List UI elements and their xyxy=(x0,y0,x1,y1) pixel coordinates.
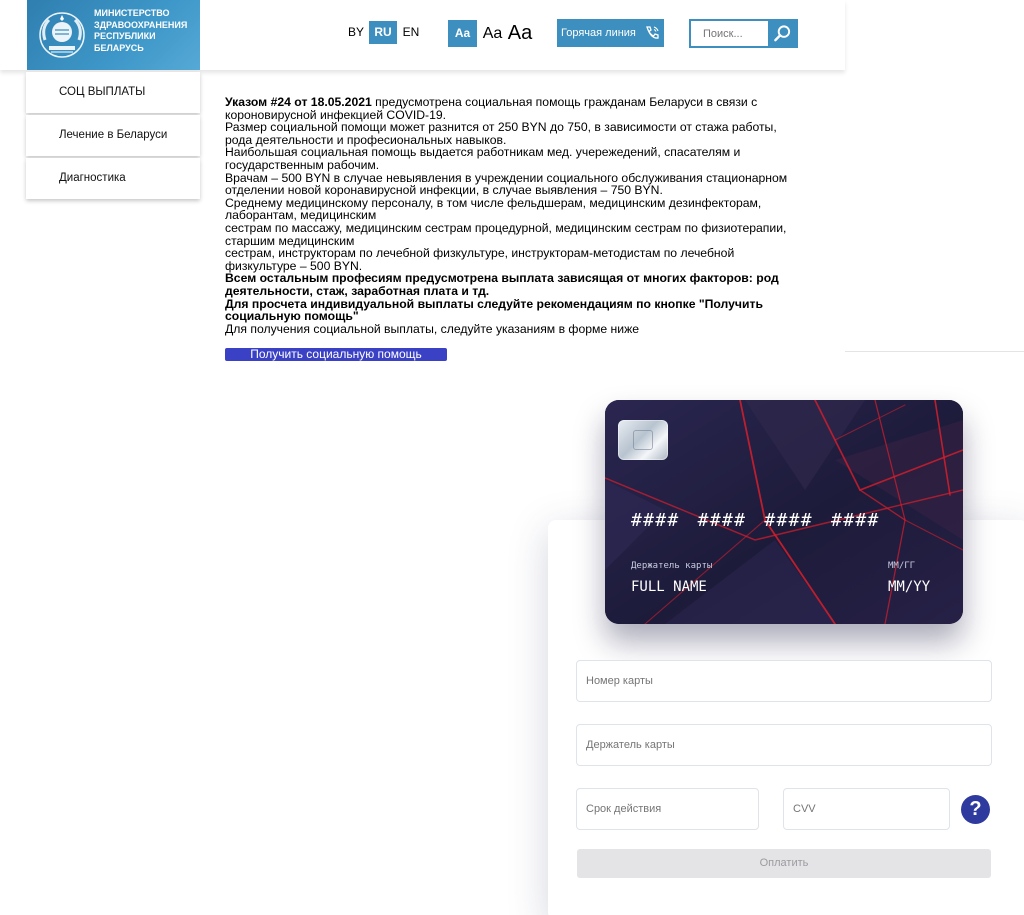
info-paragraph: Размер социальной помощи может разнится … xyxy=(225,121,805,146)
info-text: Указом #24 от 18.05.2021 предусмотрена с… xyxy=(225,96,805,335)
logo-line: РЕСПУБЛИКИ xyxy=(94,31,156,41)
paragraph-bold: Всем остальным професиям предусмотрена в… xyxy=(225,271,779,298)
search-input[interactable] xyxy=(691,21,769,46)
site-header: МИНИСТЕРСТВО ЗДРАВООХРАНЕНИЯ РЕСПУБЛИКИ … xyxy=(0,0,845,70)
ministry-name: МИНИСТЕРСТВО ЗДРАВООХРАНЕНИЯ РЕСПУБЛИКИ … xyxy=(94,8,198,54)
paragraph-text: сестрам, инструкторам по лечебной физкул… xyxy=(225,246,735,273)
paragraph-text: Размер социальной помощи может разнится … xyxy=(225,120,777,147)
card-number-input[interactable] xyxy=(577,661,991,701)
card-number-display: #### #### #### #### xyxy=(631,510,880,531)
card-chip-icon xyxy=(618,420,668,460)
info-paragraph: Для получения социальной выплаты, следуй… xyxy=(225,321,805,336)
logo-line: МИНИСТЕРСТВО xyxy=(94,8,170,18)
search-icon xyxy=(774,25,791,42)
pay-button[interactable]: Оплатить xyxy=(577,849,991,878)
paragraph-text: Врачам – 500 BYN в случае невыявления в … xyxy=(225,170,788,198)
credit-card-preview: #### #### #### #### Держатель карты FULL… xyxy=(605,400,963,624)
sidebar-item-social-payments[interactable]: СОЦ ВЫПЛАТЫ xyxy=(26,72,200,113)
sidebar-item-diagnostics[interactable]: Диагностика xyxy=(26,158,200,199)
cvv-input[interactable] xyxy=(784,789,949,829)
card-number-field xyxy=(576,660,992,702)
font-size-large-button[interactable]: Aa xyxy=(505,20,535,47)
card-holder-display: FULL NAME xyxy=(631,579,707,595)
info-paragraph: сестрам, инструкторам по лечебной физкул… xyxy=(225,247,805,272)
logo-line: ЗДРАВООХРАНЕНИЯ xyxy=(94,19,188,30)
paragraph-text: Среднему медицинскому персоналу, в том ч… xyxy=(225,195,762,223)
cvv-field xyxy=(783,788,950,830)
paragraph-text: Для получения социальной выплаты, следуй… xyxy=(225,321,640,336)
info-paragraph: Указом #24 от 18.05.2021 предусмотрена с… xyxy=(225,96,805,121)
expiry-input[interactable] xyxy=(577,789,758,829)
lang-by-button[interactable]: BY xyxy=(346,21,366,44)
hotline-button[interactable]: Горячая линия xyxy=(557,19,664,47)
ministry-logo[interactable]: МИНИСТЕРСТВО ЗДРАВООХРАНЕНИЯ РЕСПУБЛИКИ … xyxy=(27,0,200,70)
lang-ru-button[interactable]: RU xyxy=(369,21,397,44)
paragraph-bold: Для просчета индивидуальной выплаты след… xyxy=(225,296,763,324)
get-social-help-button[interactable]: Получить социальную помощь xyxy=(225,348,447,361)
search-button[interactable] xyxy=(768,21,796,46)
sidebar-item-treatment[interactable]: Лечение в Беларуси xyxy=(26,115,200,156)
info-paragraph: сестрам по массажу, медицинским сестрам … xyxy=(225,222,805,247)
font-size-medium-button[interactable]: Aa xyxy=(480,20,505,47)
info-paragraph: Среднему медицинскому персоналу, в том ч… xyxy=(225,197,805,222)
card-holder-input[interactable] xyxy=(577,725,991,765)
font-size-small-button[interactable]: Aa xyxy=(448,20,477,47)
phone-icon xyxy=(646,26,659,39)
card-holder-label: Держатель карты xyxy=(631,561,713,571)
question-help-icon[interactable]: ? xyxy=(961,795,990,824)
card-expiry-label: ММ/ГГ xyxy=(888,561,916,571)
card-holder-field xyxy=(576,724,992,766)
search-box xyxy=(689,19,798,48)
state-emblem-icon xyxy=(39,12,85,58)
hotline-label: Горячая линия xyxy=(561,27,636,39)
sidebar-nav: СОЦ ВЫПЛАТЫ Лечение в Беларуси Диагности… xyxy=(26,72,200,201)
divider xyxy=(845,351,1024,352)
card-expiry-display: MM/YY xyxy=(888,579,931,595)
info-paragraph: Всем остальным професиям предусмотрена в… xyxy=(225,272,805,297)
info-paragraph: Наибольшая социальная помощь выдается ра… xyxy=(225,146,805,171)
lang-en-button[interactable]: EN xyxy=(400,21,422,44)
expiry-field xyxy=(576,788,759,830)
logo-line: БЕЛАРУСЬ xyxy=(94,42,144,53)
info-paragraph: Врачам – 500 BYN в случае невыявления в … xyxy=(225,170,805,198)
paragraph-text: Наибольшая социальная помощь выдается ра… xyxy=(225,145,741,172)
paragraph-text: сестрам по массажу, медицинским сестрам … xyxy=(225,220,787,248)
info-paragraph: Для просчета индивидуальной выплаты след… xyxy=(225,296,805,324)
